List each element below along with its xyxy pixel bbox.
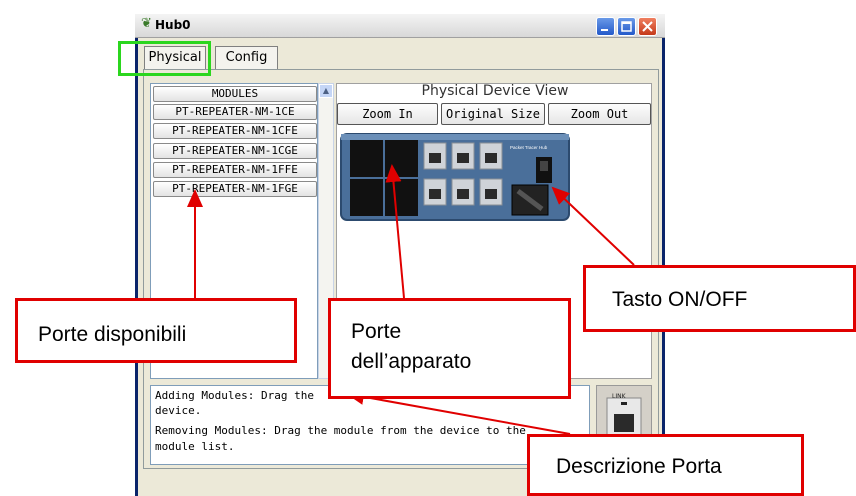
zoom-out-button[interactable]: Zoom Out bbox=[548, 103, 651, 125]
power-connector bbox=[511, 184, 549, 216]
empty-module-slots[interactable] bbox=[350, 140, 418, 216]
callout-power-switch: Tasto ON/OFF bbox=[583, 265, 856, 332]
module-item[interactable]: PT-REPEATER-NM-1CFE bbox=[153, 123, 317, 139]
description-line: device. bbox=[155, 404, 202, 417]
description-line: Removing Modules: Drag the module from t… bbox=[155, 424, 526, 437]
callout-port-description: Descrizione Porta bbox=[527, 434, 804, 496]
description-line: module list. bbox=[155, 440, 235, 453]
callout-available-ports: Porte disponibili bbox=[15, 298, 297, 363]
callout-device-ports: Porte dell’apparato bbox=[328, 298, 571, 399]
callout-port-description-text: Descrizione Porta bbox=[556, 455, 722, 478]
callout-device-ports-line1: Porte bbox=[351, 320, 402, 343]
module-item[interactable]: PT-REPEATER-NM-1CGE bbox=[153, 143, 317, 159]
callout-device-ports-line2: dell’apparato bbox=[351, 350, 472, 373]
scroll-up-icon[interactable]: ▲ bbox=[319, 84, 333, 98]
device-view-title: Physical Device View bbox=[421, 83, 569, 99]
modules-header[interactable]: MODULES bbox=[153, 86, 317, 102]
hub-device-image: Packet Tracer Hub bbox=[340, 133, 570, 221]
maximize-button[interactable] bbox=[617, 17, 636, 36]
original-size-button[interactable]: Original Size bbox=[441, 103, 545, 125]
app-icon: ❦ bbox=[141, 16, 152, 31]
module-item[interactable]: PT-REPEATER-NM-1CE bbox=[153, 104, 317, 120]
description-line: Adding Modules: Drag the bbox=[155, 389, 314, 402]
maximize-icon bbox=[621, 21, 632, 32]
physical-tab-highlight bbox=[118, 41, 211, 76]
zoom-in-button[interactable]: Zoom In bbox=[337, 103, 438, 125]
minimize-icon bbox=[601, 29, 608, 31]
title-bar[interactable] bbox=[135, 14, 665, 38]
tab-config[interactable]: Config bbox=[215, 46, 278, 69]
minimize-button[interactable] bbox=[596, 17, 615, 36]
close-button[interactable] bbox=[638, 17, 657, 36]
close-icon bbox=[642, 21, 653, 32]
module-item[interactable]: PT-REPEATER-NM-1FGE bbox=[153, 181, 317, 197]
callout-power-switch-text: Tasto ON/OFF bbox=[612, 288, 748, 311]
device-brand: Packet Tracer Hub bbox=[510, 145, 548, 150]
module-item[interactable]: PT-REPEATER-NM-1FFE bbox=[153, 162, 317, 178]
port-link-label: LINK bbox=[612, 393, 626, 400]
callout-available-ports-text: Porte disponibili bbox=[38, 323, 187, 346]
window-title: Hub0 bbox=[155, 18, 191, 32]
